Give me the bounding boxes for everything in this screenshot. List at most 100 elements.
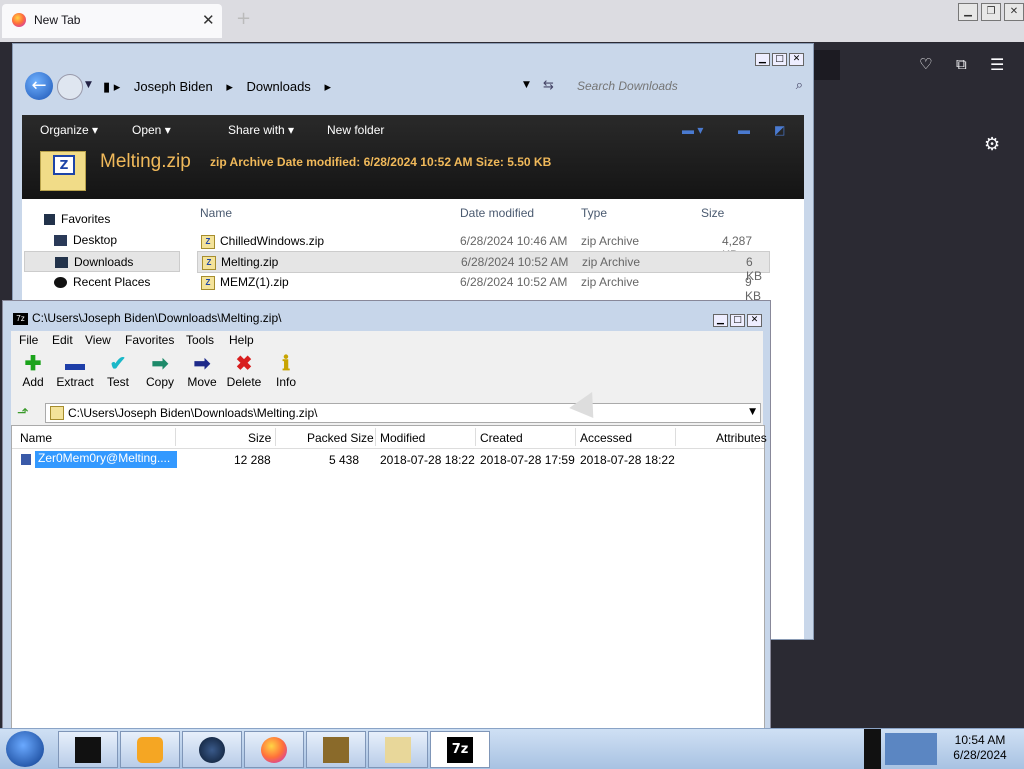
delete-button[interactable]: ✖ Delete — [222, 353, 266, 389]
column-name[interactable]: Name — [20, 431, 52, 445]
maximize-button[interactable]: ❐ — [981, 3, 1001, 21]
breadcrumb-user[interactable]: Joseph Biden — [134, 79, 213, 94]
nav-desktop[interactable]: Desktop — [54, 233, 117, 247]
add-button[interactable]: ✚ Add — [11, 353, 55, 389]
column-name[interactable]: Name — [200, 206, 232, 220]
column-accessed[interactable]: Accessed — [580, 431, 632, 445]
maximize-button[interactable]: □ — [772, 53, 787, 66]
menu-favorites[interactable]: Favorites — [125, 333, 174, 347]
start-button[interactable] — [6, 731, 44, 767]
breadcrumb-root-icon[interactable]: ▮ ▸ — [103, 79, 120, 94]
copy-button[interactable]: ➡ Copy — [138, 353, 182, 389]
test-button[interactable]: ✔ Test — [96, 353, 140, 389]
column-attributes[interactable]: Attributes — [716, 431, 767, 445]
taskbar: 7z 10:54 AM 6/28/2024 — [0, 728, 1024, 769]
breadcrumb-sep-icon[interactable]: ▸ — [324, 79, 331, 94]
menu-edit[interactable]: Edit — [52, 333, 73, 347]
extensions-icon[interactable]: ⧉ — [956, 55, 967, 73]
info-button[interactable]: ℹ Info — [264, 353, 308, 389]
move-button[interactable]: ➡ Move — [180, 353, 224, 389]
url-bar[interactable] — [812, 50, 840, 80]
column-created[interactable]: Created — [480, 431, 523, 445]
back-arrow-icon[interactable]: ← — [25, 72, 53, 100]
history-dropdown-icon[interactable]: ▼ — [85, 80, 92, 90]
system-tray: 10:54 AM 6/28/2024 — [864, 729, 1024, 769]
add-icon: ✚ — [24, 353, 42, 375]
column-size[interactable]: Size — [701, 206, 724, 220]
close-button[interactable]: ✕ — [789, 53, 804, 66]
archive-row-name[interactable]: Zer0Mem0ry@Melting.... — [35, 451, 177, 468]
path-text: C:\Users\Joseph Biden\Downloads\Melting.… — [68, 406, 318, 420]
menu-file[interactable]: File — [19, 333, 38, 347]
minimize-button[interactable]: ▁ — [755, 53, 770, 66]
gear-icon[interactable]: ⚙ — [984, 134, 1000, 155]
explorer-address-bar: ← ▼ ▮ ▸ Joseph Biden ▸ Downloads ▸ ▼ ⇆ ⌕ — [23, 70, 803, 104]
pocket-icon[interactable]: ♡ — [919, 55, 932, 73]
new-folder-button[interactable]: New folder — [327, 123, 384, 137]
taskbar-box-game[interactable] — [306, 731, 366, 768]
search-icon[interactable]: ⌕ — [796, 78, 803, 93]
taskbar-media-player[interactable] — [120, 731, 180, 768]
column-packed-size[interactable]: Packed Size — [307, 431, 374, 445]
close-tab-icon[interactable]: ✕ — [202, 11, 215, 29]
menu-tools[interactable]: Tools — [186, 333, 214, 347]
column-date-modified[interactable]: Date modified — [460, 206, 534, 220]
file-row[interactable]: Z ChilledWindows.zip 6/28/2024 10:46 AM z… — [197, 231, 768, 262]
archive-row[interactable]: Zer0Mem0ry@Melting.... 12 288 5 438 2018… — [12, 450, 764, 470]
help-icon[interactable]: ◩ — [774, 123, 785, 137]
up-folder-icon[interactable]: ⬏ — [17, 405, 29, 421]
taskbar-folder[interactable] — [368, 731, 428, 768]
preview-pane-icon[interactable]: ▬ — [738, 123, 750, 137]
nav-favorites[interactable]: Favorites — [44, 212, 110, 226]
address-dropdown-icon[interactable]: ▼ — [523, 80, 530, 90]
clock-date: 6/28/2024 — [953, 748, 1007, 762]
taskbar-browser[interactable] — [182, 731, 242, 768]
open-button[interactable]: Open ▾ — [132, 123, 171, 137]
view-options-icon[interactable]: ▬ ▾ — [682, 123, 703, 137]
breadcrumb-sep-icon[interactable]: ▸ — [226, 79, 233, 94]
maximize-button[interactable]: □ — [730, 314, 745, 327]
minimize-button[interactable]: ▁ — [958, 3, 978, 21]
share-button[interactable]: Share with ▾ — [228, 123, 294, 137]
chevron-down-icon[interactable]: ▼ — [749, 407, 756, 417]
file-row[interactable]: Z MEMZ(1).zip 6/28/2024 10:52 AM zip Arch… — [197, 272, 768, 303]
file-row-selected[interactable]: Z Melting.zip 6/28/2024 10:52 AM zip Arch… — [197, 251, 770, 283]
forward-arrow-icon[interactable] — [57, 74, 83, 100]
clock[interactable]: 10:54 AM 6/28/2024 — [940, 733, 1020, 763]
breadcrumb: ▮ ▸ Joseph Biden ▸ Downloads ▸ — [103, 79, 341, 95]
list-header: Name Size Packed Size Modified Created A… — [12, 426, 767, 449]
browser-window-controls: ▁ ❐ ✕ — [955, 3, 1024, 21]
taskbar-explorer[interactable] — [58, 731, 118, 768]
column-modified[interactable]: Modified — [380, 431, 425, 445]
refresh-icon[interactable]: ⇆ — [543, 78, 554, 93]
delete-icon: ✖ — [235, 353, 253, 375]
folder-icon — [385, 737, 411, 763]
browser-tab[interactable]: New Tab ✕ — [2, 4, 222, 38]
minimize-button[interactable]: ▁ — [713, 314, 728, 327]
nav-downloads[interactable]: Downloads — [24, 251, 180, 272]
details-pane: Z Melting.zip zip Archive Date modified:… — [22, 145, 804, 199]
network-icon[interactable] — [885, 733, 937, 765]
path-combobox[interactable]: C:\Users\Joseph Biden\Downloads\Melting.… — [45, 403, 761, 423]
new-tab-button[interactable]: + — [236, 8, 251, 29]
close-button[interactable]: ✕ — [1004, 3, 1024, 21]
clock-time: 10:54 AM — [954, 733, 1006, 747]
chrome-dark-icon — [199, 737, 225, 763]
close-button[interactable]: ✕ — [747, 314, 762, 327]
taskbar-firefox[interactable] — [244, 731, 304, 768]
toolbar: ✚ Add ▬ Extract ✔ Test ➡ Copy ➡ Move ✖ Delete … — [11, 349, 763, 401]
organize-button[interactable]: Organize ▾ — [40, 123, 98, 137]
search-input[interactable] — [575, 74, 799, 98]
taskbar-7zip[interactable]: 7z — [430, 731, 490, 768]
nav-recent-places[interactable]: Recent Places — [54, 275, 150, 289]
menu-view[interactable]: View — [85, 333, 111, 347]
zip-file-icon: Z — [202, 255, 216, 270]
command-bar: Organize ▾ Open ▾ Share with ▾ New folde… — [22, 115, 804, 145]
breadcrumb-downloads[interactable]: Downloads — [246, 79, 310, 94]
extract-button[interactable]: ▬ Extract — [53, 353, 97, 389]
menu-help[interactable]: Help — [229, 333, 254, 347]
column-size[interactable]: Size — [248, 431, 271, 445]
show-hidden-icons[interactable] — [864, 729, 881, 769]
column-type[interactable]: Type — [581, 206, 607, 220]
menu-icon[interactable]: ☰ — [990, 55, 1004, 74]
